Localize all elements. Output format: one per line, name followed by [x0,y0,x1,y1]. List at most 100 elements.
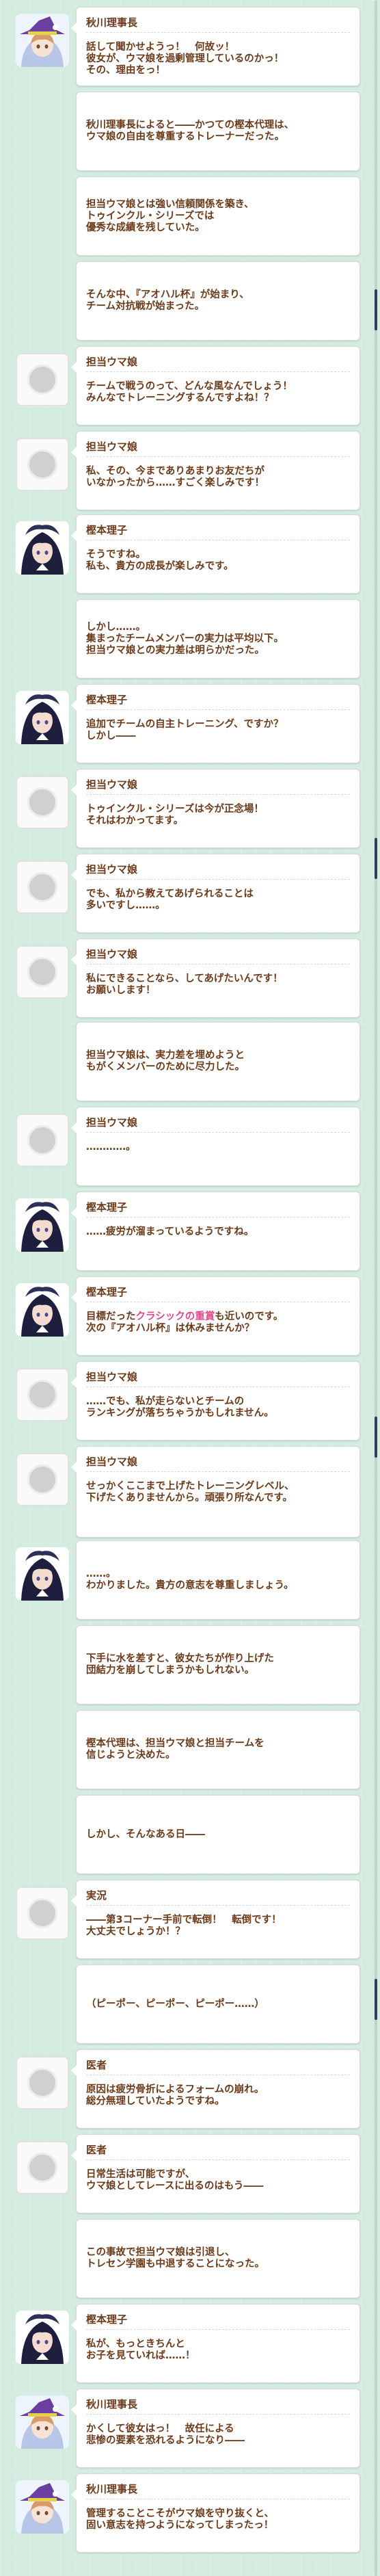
line-text: も近いのです。 [215,1311,284,1322]
person-silhouette-icon [27,365,57,395]
dialogue-bubble: 秋川理事長 かくして彼女はっ！ 故任による 悲惨の要素を恐れるようになり―― [71,2389,360,2468]
dialogue-bubble: 秋川理事長 話して聞かせようっ！ 何故ッ！ 彼女が、ウマ娘を過剰管理しているのかっ！… [71,7,360,86]
person-silhouette-icon [27,957,57,987]
dialogue-line: でも、私から教えてあげられることは [86,889,254,899]
dialogue-bubble: 秋川理事長 管理することこそがウマ娘を守り抜くと、 固い意志を持つようになってしまっ… [71,2473,360,2553]
divider [86,879,350,880]
scrollbar-track[interactable] [375,0,377,2576]
dialogue-line: トレセン学園も中退することになった。 [86,2259,264,2270]
divider [86,1905,350,1906]
dialogue-line: 大丈夫でしょうか！？ [86,1926,185,1937]
kashimoto-avatar [16,1547,69,1601]
speaker-name: 秋川理事長 [86,2398,138,2410]
dialogue-line: 下げたくありませんから。頑張り所なんです。 [86,1493,293,1503]
dialogue-line: それはわかってます。 [86,815,184,826]
log-entry: 担当ウマ娘 チームで戦うのって、どんな風なんでしょう！ みんなでトレーニングするんで… [0,346,380,430]
kashimoto-avatar [16,1198,69,1252]
log-entry: 医者原因は疲労骨折によるフォームの崩れ。 総分無理していたようですね。 [0,2049,380,2133]
dialogue-line: 団結力を崩してしまうかもしれない。 [86,1665,255,1676]
log-entry: 担当ウマ娘 …………。 [0,1107,380,1190]
dialogue-bubble: この事故で担当ウマ娘は引退し、 トレセン学園も中退することになった。 [76,2219,360,2298]
log-entry: 担当ウマ娘 ……でも、私が走らないとチームの ランキングが落ちちゃうかもしれません。 [0,1361,380,1445]
speaker-name: 担当ウマ娘 [86,863,138,876]
speaker-silhouette-icon [16,945,69,999]
dialogue-line: ランキングが落ちちゃうかもしれません。 [86,1408,274,1419]
dialogue-line: トゥインクル・シリーズでは [86,211,215,222]
akikawa-avatar [16,2480,69,2534]
dialogue-line: みんなでトレーニングするんですよね！？ [86,393,274,404]
dialogue-line: 総分無理していたようですね。 [86,2096,225,2107]
dialogue-line: 原因は疲労骨折によるフォームの崩れ。 [86,2084,264,2095]
dialogue-line: しかし―― [86,731,136,741]
log-entry: 秋川理事長 かくして彼女はっ！ 故任による 悲惨の要素を恐れるようになり―― [0,2389,380,2472]
dialogue-line: （ピーポー、ピーポー、ピーポー……） [86,1999,264,2010]
log-entry: 樫本理子 追加でチームの自主トレーニング、ですか？ しかし―― [0,684,380,767]
speaker-name: 秋川理事長 [86,16,138,29]
log-entry: 下手に水を差すと、彼女たちが作り上げた 団結力を崩してしまうかもしれない。 [0,1625,380,1709]
speaker-name: 医者 [86,2059,107,2071]
log-entry: 樫本代理は、担当ウマ娘と担当チームを 信じようと決めた。 [0,1710,380,1793]
dialogue-line: お子を見ていれば……！ [86,2350,195,2361]
dialogue-line: この事故で担当ウマ娘は引退し、 [86,2247,235,2258]
divider [86,456,350,457]
dialogue-line: 話して聞かせようっ！ 何故ッ！ [86,42,235,53]
dialogue-bubble: 担当ウマ娘 でも、私から教えてあげられることは 多いですし……。 [71,854,360,933]
dialogue-line: 次の『アオハル杯』は休みませんか？ [86,1323,255,1334]
dialogue-bubble: 樫本代理は、担当ウマ娘と担当チームを 信じようと決めた。 [76,1710,360,1789]
person-silhouette-icon [27,1464,57,1495]
speaker-silhouette-icon [16,860,69,914]
dialogue-bubble: 担当ウマ娘 チームで戦うのって、どんな風なんでしょう！ みんなでトレーニングするんで… [71,346,360,425]
log-entry: 担当ウマ娘 私にできることなら、してあげたいんです！ お願いします！ [0,938,380,1022]
dialogue-bubble: 担当ウマ娘 せっかくここまで上げたトレーニングレベル、 下げたくありませんから。頑張… [71,1446,360,1538]
dialogue-line: いなかったから……すごく楽しみです！ [86,477,264,488]
highlight-text: クラシックの重賞 [135,1311,215,1322]
speaker-name: 担当ウマ娘 [86,356,138,368]
dialogue-line: ……疲労が溜まっているようですね。 [86,1226,254,1237]
dialogue-bubble: 樫本理子 目標だったクラシックの重賞も近いのです。 次の『アオハル杯』は休みませんか… [71,1276,360,1356]
dialogue-bubble: 樫本理子 ……疲労が溜まっているようですね。 [71,1192,360,1271]
scrollbar-thumb[interactable] [375,289,377,330]
divider [86,1386,350,1387]
dialogue-line: 担当ウマ娘とは強い信頼関係を築き、 [86,199,254,210]
speaker-silhouette-icon [16,1453,69,1506]
dialogue-line: しかし……。 [86,622,146,633]
dialogue-line: …………。 [86,1142,136,1153]
speaker-silhouette-icon [16,1887,69,1940]
dialogue-line: ウマ娘としてレースに出るのはもう―― [86,2181,264,2192]
kashimoto-avatar [16,521,69,575]
dialogue-line: しかし、そんなある日―― [86,1829,205,1840]
dialogue-bubble: しかし……。 集まったチームメンバーの実力は平均以下。 担当ウマ娘との実力差は明らか… [76,599,360,679]
dialogue-line: 下手に水を差すと、彼女たちが作り上げた [86,1653,274,1664]
dialogue-line: もがくメンバーのために尽力した。 [86,1062,245,1073]
speaker-name: 樫本理子 [86,1201,128,1213]
speaker-name: 樫本理子 [86,2313,128,2326]
speaker-name: 医者 [86,2144,107,2156]
dialogue-line: 日常生活は可能ですが、 [86,2169,195,2180]
dialogue-line: そうですね。 [86,549,146,560]
speaker-name: 樫本理子 [86,524,128,536]
dialogue-line: 固い意志を持つようになってしまったっ！ [86,2520,274,2531]
divider [86,2159,350,2160]
speaker-name: 担当ウマ娘 [86,441,138,453]
scrollbar-thumb[interactable] [375,1417,377,1458]
kashimoto-avatar [16,691,69,744]
dialogue-line: 信じようと決めた。 [86,1750,176,1761]
dialogue-line: 担当ウマ娘は、実力差を埋めようと [86,1050,245,1061]
speaker-silhouette-icon [16,2141,69,2194]
dialogue-line: 管理することこそがウマ娘を守り抜くと、 [86,2508,274,2519]
scrollbar-thumb[interactable] [375,1979,377,2020]
log-entry: 秋川理事長 管理することこそがウマ娘を守り抜くと、 固い意志を持つようになってしまっ… [0,2473,380,2557]
akikawa-avatar [16,14,69,67]
scrollbar-thumb[interactable] [375,838,377,879]
dialogue-bubble: 担当ウマ娘は、実力差を埋めようと もがくメンバーのために尽力した。 [76,1022,360,1101]
person-silhouette-icon [27,1898,57,1928]
dialogue-bubble: 担当ウマ娘 トゥインクル・シリーズは今が正念場！ それはわかってます。 [71,769,360,848]
dialogue-line: 私も、貴方の成長が楽しみです。 [86,561,234,572]
speaker-name: 担当ウマ娘 [86,1116,138,1129]
dialogue-bubble: 下手に水を差すと、彼女たちが作り上げた 団結力を崩してしまうかもしれない。 [76,1625,360,1705]
dialogue-line: チーム対抗戦が始まった。 [86,301,204,312]
log-entry: 担当ウマ娘とは強い信頼関係を築き、 トゥインクル・シリーズでは 優秀な成績を残してい… [0,176,380,260]
divider [86,1471,350,1472]
dialogue-bubble: 担当ウマ娘とは強い信頼関係を築き、 トゥインクル・シリーズでは 優秀な成績を残してい… [76,176,360,256]
divider [86,1132,350,1133]
